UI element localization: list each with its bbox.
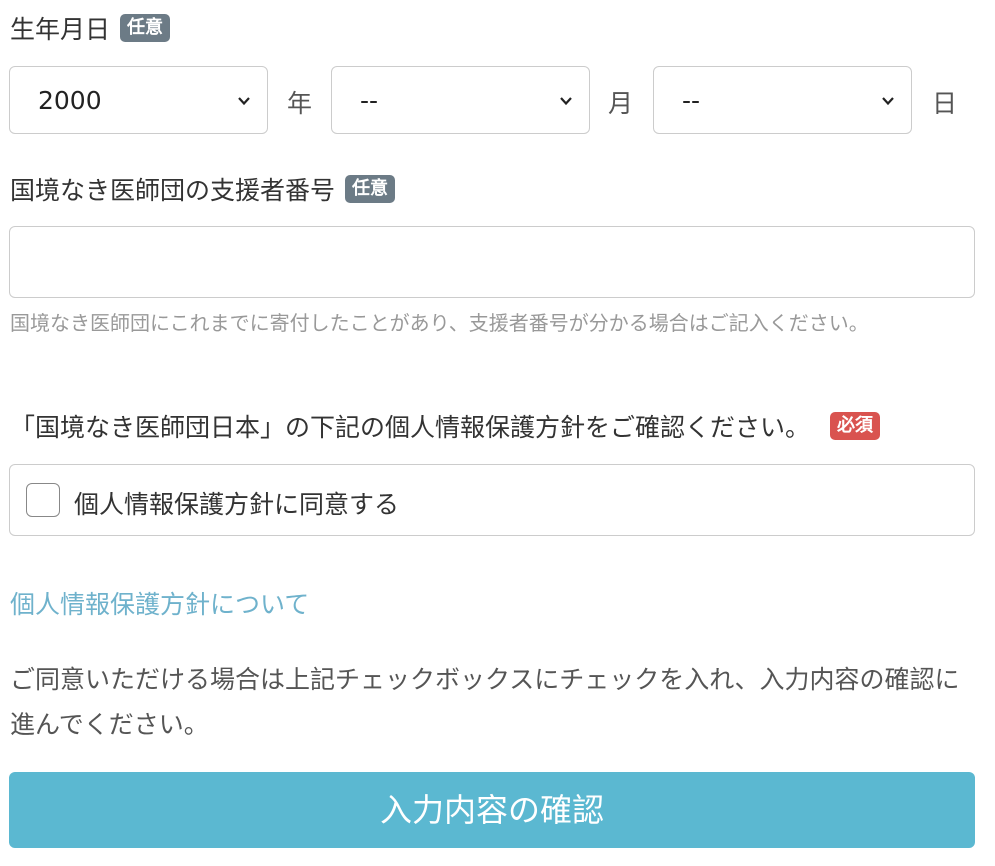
birthdate-label-row: 生年月日 任意 [10,10,171,46]
supporter-number-help: 国境なき医師団にこれまでに寄付したことがあり、支援者番号が分かる場合はご記入くだ… [10,311,869,335]
supporter-number-label: 国境なき医師団の支援者番号 [10,176,336,205]
privacy-label: 「国境なき医師団日本」の下記の個人情報保護方針をご確認ください。 [10,413,811,442]
chevron-down-icon [882,97,894,106]
month-unit: 月 [608,89,634,118]
chevron-down-icon [560,97,572,106]
donation-form: 生年月日 任意 2000 年 -- 月 -- 日 国境なき医師団の支援者番号 任… [0,0,995,866]
birthdate-label: 生年月日 [10,15,111,44]
day-select[interactable]: -- [653,66,912,134]
privacy-agree-checkbox[interactable] [26,483,60,517]
month-select-value: -- [360,85,379,115]
required-badge: 必須 [830,412,881,440]
privacy-label-row: 「国境なき医師団日本」の下記の個人情報保護方針をご確認ください。 必須 [10,408,881,444]
month-select[interactable]: -- [331,66,590,134]
privacy-agree-field[interactable]: 個人情報保護方針に同意する [9,464,975,536]
year-select-value: 2000 [38,85,102,115]
optional-badge: 任意 [120,14,171,42]
consent-note: ご同意いただける場合は上記チェックボックスにチェックを入れ、入力内容の確認に進ん… [10,665,960,739]
chevron-down-icon [238,97,250,106]
year-select[interactable]: 2000 [9,66,268,134]
privacy-policy-link[interactable]: 個人情報保護方針について [10,585,309,621]
year-unit: 年 [287,89,313,118]
optional-badge: 任意 [345,175,396,203]
confirm-button[interactable]: 入力内容の確認 [9,772,975,848]
day-unit: 日 [932,89,958,118]
supporter-number-input[interactable] [9,226,975,298]
privacy-agree-label[interactable]: 個人情報保護方針に同意する [74,485,399,521]
supporter-label-row: 国境なき医師団の支援者番号 任意 [10,171,396,207]
day-select-value: -- [682,85,701,115]
